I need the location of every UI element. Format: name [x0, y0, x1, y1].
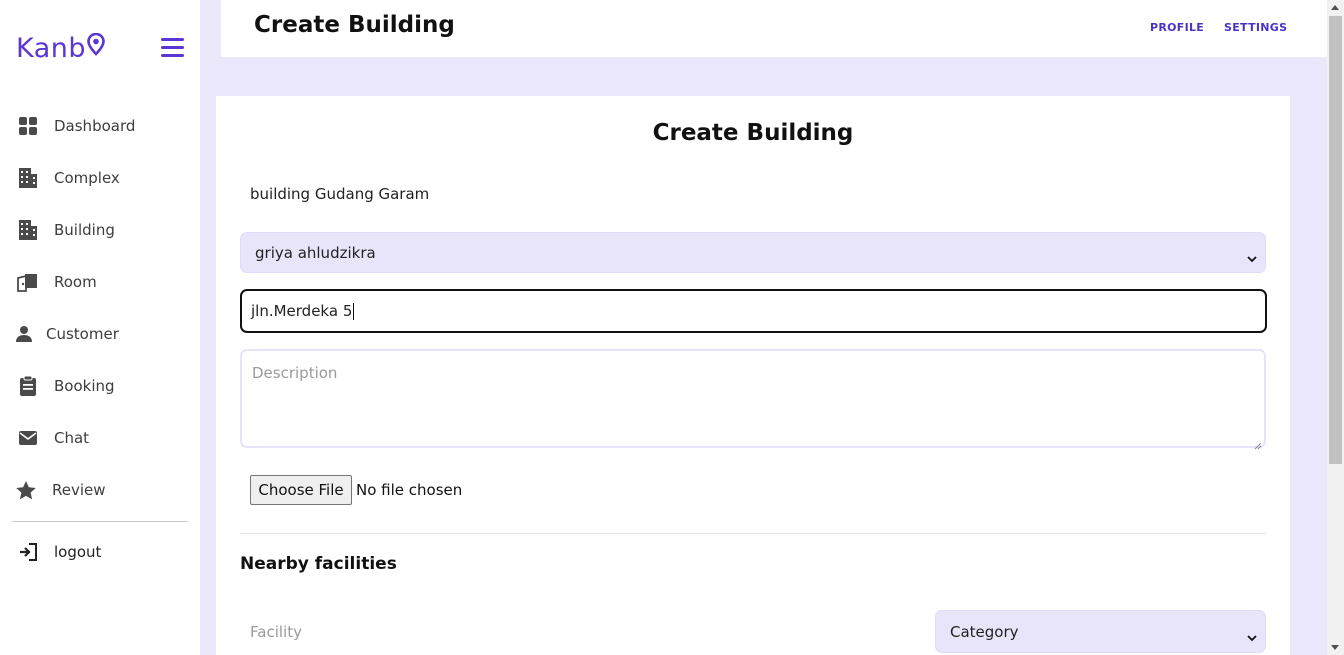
- door-icon: [17, 271, 39, 293]
- address-value: jln.Merdeka 5: [251, 302, 353, 320]
- menu-toggle-icon[interactable]: [161, 38, 184, 58]
- sidebar-item-label: Chat: [54, 429, 90, 447]
- profile-link[interactable]: PROFILE: [1150, 21, 1204, 34]
- sidebar: Kanb Dashboard Complex Building Room Cus…: [0, 0, 200, 655]
- facility-input[interactable]: Facility: [250, 623, 302, 641]
- sidebar-item-room[interactable]: Room: [0, 262, 200, 302]
- chevron-down-icon: [1247, 628, 1257, 646]
- create-building-form: Create Building building Gudang Garam gr…: [216, 96, 1290, 655]
- logout-label: logout: [54, 543, 102, 561]
- chevron-down-icon: [1247, 249, 1257, 267]
- logout-button[interactable]: logout: [0, 532, 200, 572]
- sidebar-item-booking[interactable]: Booking: [0, 366, 200, 406]
- building-icon: [17, 167, 39, 189]
- category-select-value: Category: [950, 622, 1019, 641]
- settings-link[interactable]: SETTINGS: [1224, 21, 1287, 34]
- building-icon: [17, 219, 39, 241]
- sidebar-divider: [12, 521, 188, 522]
- sidebar-item-label: Booking: [54, 377, 115, 395]
- sidebar-item-building[interactable]: Building: [0, 210, 200, 250]
- user-icon: [13, 323, 35, 345]
- clipboard-icon: [17, 375, 39, 397]
- sidebar-item-complex[interactable]: Complex: [0, 158, 200, 198]
- form-title: Create Building: [652, 120, 854, 146]
- sidebar-item-review[interactable]: Review: [0, 470, 200, 510]
- logo-text: Kanb: [16, 33, 87, 64]
- sidebar-item-dashboard[interactable]: Dashboard: [0, 106, 200, 146]
- sidebar-item-chat[interactable]: Chat: [0, 418, 200, 458]
- description-placeholder: Description: [252, 364, 338, 382]
- section-divider: [240, 533, 1266, 534]
- logo[interactable]: Kanb: [16, 32, 105, 64]
- star-icon: [15, 479, 37, 501]
- sidebar-item-label: Complex: [54, 169, 120, 187]
- scroll-down-arrow-icon[interactable]: [1331, 645, 1339, 650]
- category-select[interactable]: Category: [935, 610, 1266, 653]
- sidebar-item-label: Dashboard: [54, 117, 136, 135]
- scroll-up-arrow-icon[interactable]: [1331, 5, 1339, 10]
- scrollbar-thumb[interactable]: [1329, 16, 1342, 464]
- complex-select-value: griya ahludzikra: [255, 243, 376, 262]
- sidebar-item-label: Room: [54, 273, 97, 291]
- address-field[interactable]: jln.Merdeka 5: [240, 289, 1267, 333]
- sidebar-item-customer[interactable]: Customer: [0, 314, 200, 354]
- text-caret: [353, 302, 355, 320]
- sidebar-item-label: Customer: [46, 325, 119, 343]
- complex-select[interactable]: griya ahludzikra: [240, 232, 1266, 273]
- resize-handle-icon[interactable]: [1254, 436, 1262, 450]
- grid-icon: [17, 115, 39, 137]
- choose-file-button[interactable]: Choose File: [250, 475, 352, 505]
- building-name-field[interactable]: building Gudang Garam: [250, 185, 429, 203]
- envelope-icon: [17, 427, 39, 449]
- sidebar-item-label: Building: [54, 221, 115, 239]
- nearby-facilities-heading: Nearby facilities: [240, 554, 397, 574]
- vertical-scrollbar[interactable]: [1327, 0, 1344, 655]
- top-header: Create Building PROFILE SETTINGS: [221, 0, 1327, 57]
- description-textarea[interactable]: Description: [240, 349, 1266, 450]
- page-title: Create Building: [254, 12, 455, 38]
- logout-icon: [17, 541, 39, 563]
- map-pin-icon: [87, 32, 105, 64]
- file-status: No file chosen: [356, 481, 463, 499]
- sidebar-item-label: Review: [52, 481, 106, 499]
